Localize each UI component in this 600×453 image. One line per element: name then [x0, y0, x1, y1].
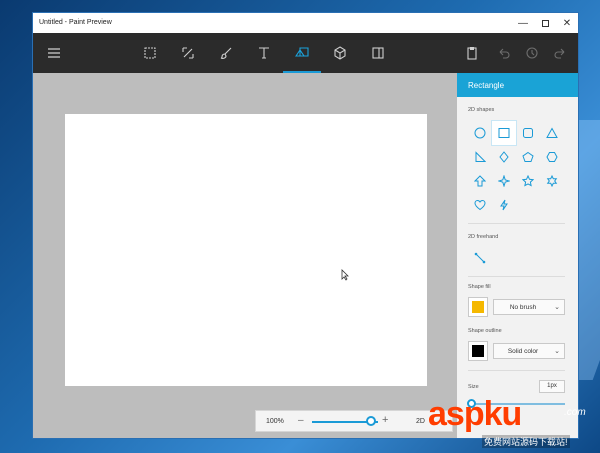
outline-type-dropdown[interactable]: Solid color ⌄ [493, 343, 565, 359]
text-tool-button[interactable] [245, 33, 283, 73]
brush-icon [220, 47, 232, 59]
circle-icon [474, 127, 486, 139]
size-input[interactable]: 1px [539, 380, 565, 393]
minimize-button[interactable]: — [511, 13, 535, 33]
text-icon [259, 47, 269, 59]
sticker-icon [372, 47, 384, 59]
select-icon [144, 47, 156, 59]
shape-properties-panel: Rectangle 2D shapes 2D freehand Shape fi… [457, 73, 578, 438]
3d-object-button[interactable] [321, 33, 359, 73]
paint-window: Untitled - Paint Preview — ✕ 100% – + 2D… [33, 13, 578, 438]
four-point-star-icon [498, 175, 510, 187]
shapes-icon [295, 47, 309, 57]
undo-icon [499, 48, 510, 59]
crop-icon [182, 47, 194, 59]
shape-rectangle[interactable] [491, 120, 517, 146]
paste-icon [467, 47, 477, 60]
heart-icon [474, 199, 486, 211]
fill-section-label: Shape fill [468, 284, 491, 290]
shapes-tool-button[interactable] [283, 33, 321, 73]
zoom-out-button[interactable]: – [298, 415, 304, 426]
chevron-down-icon: ⌄ [554, 348, 560, 355]
triangle-icon [546, 127, 558, 138]
diamond-icon [499, 151, 509, 163]
divider [468, 276, 565, 277]
zoom-in-button[interactable]: + [382, 414, 388, 426]
shape-lightning[interactable] [492, 193, 516, 217]
zoom-bar: 100% – + 2D [255, 410, 453, 432]
panel-header: Rectangle [457, 73, 578, 97]
freehand-section-label: 2D freehand [468, 234, 499, 240]
watermark-logo: aspku [428, 395, 522, 433]
rounded-rectangle-icon [523, 128, 533, 138]
menu-button[interactable] [35, 33, 73, 73]
panel-title: Rectangle [468, 81, 505, 90]
watermark-tagline: 免费网站源码下载站! [482, 435, 570, 448]
fill-color-swatch[interactable] [468, 297, 488, 317]
rectangle-icon [498, 128, 510, 138]
outline-section-label: Shape outline [468, 328, 502, 334]
maximize-icon [541, 19, 549, 27]
chevron-down-icon: ⌄ [554, 304, 560, 311]
line-icon [474, 252, 486, 264]
outline-color-chip [472, 345, 484, 357]
shape-diamond[interactable] [492, 145, 516, 169]
six-point-star-icon [546, 175, 558, 187]
drawing-canvas[interactable] [65, 114, 427, 386]
shape-pentagon[interactable] [516, 145, 540, 169]
title-bar: Untitled - Paint Preview — ✕ [33, 13, 578, 33]
shape-four-point-star[interactable] [492, 169, 516, 193]
mouse-cursor-icon [341, 269, 349, 281]
close-button[interactable]: ✕ [555, 13, 579, 33]
watermark-tld: .com [564, 407, 586, 418]
outline-color-swatch[interactable] [468, 341, 488, 361]
redo-icon [554, 48, 565, 59]
crop-tool-button[interactable] [169, 33, 207, 73]
star-icon [522, 175, 534, 187]
shape-hexagon[interactable] [540, 145, 564, 169]
outline-type-value: Solid color [507, 348, 539, 355]
fill-type-dropdown[interactable]: No brush ⌄ [493, 299, 565, 315]
menu-icon [48, 48, 60, 58]
lightning-icon [500, 199, 508, 211]
zoom-percent: 100% [266, 418, 284, 425]
shape-star[interactable] [516, 169, 540, 193]
right-triangle-icon [475, 151, 486, 162]
canvas-workspace [33, 73, 457, 438]
site-watermark: aspku .com 免费网站源码下载站! [428, 395, 598, 451]
divider [468, 223, 565, 224]
divider [468, 370, 565, 371]
shapes-section-label: 2D shapes [468, 107, 495, 113]
shape-heart[interactable] [468, 193, 492, 217]
shape-six-point-star[interactable] [540, 169, 564, 193]
maximize-button[interactable] [533, 13, 557, 33]
shape-right-triangle[interactable] [468, 145, 492, 169]
hexagon-icon [546, 152, 558, 162]
zoom-slider-thumb[interactable] [366, 416, 377, 426]
view-mode-toggle[interactable]: 2D [416, 418, 425, 425]
shape-rounded-rectangle[interactable] [516, 121, 540, 145]
fill-color-chip [472, 301, 484, 313]
brush-tool-button[interactable] [207, 33, 245, 73]
shape-circle[interactable] [468, 121, 492, 145]
toolbar [33, 33, 578, 73]
arrow-up-icon [474, 175, 486, 187]
fill-type-value: No brush [509, 304, 537, 311]
select-tool-button[interactable] [131, 33, 169, 73]
3d-object-icon [334, 46, 346, 60]
sticker-button[interactable] [359, 33, 397, 73]
redo-button[interactable] [541, 33, 579, 73]
history-icon [526, 47, 538, 59]
shape-line[interactable] [468, 246, 492, 270]
window-title: Untitled - Paint Preview [39, 19, 112, 26]
shape-triangle[interactable] [540, 121, 564, 145]
pentagon-icon [522, 151, 534, 162]
shape-arrow-up[interactable] [468, 169, 492, 193]
size-label: Size [468, 384, 479, 390]
